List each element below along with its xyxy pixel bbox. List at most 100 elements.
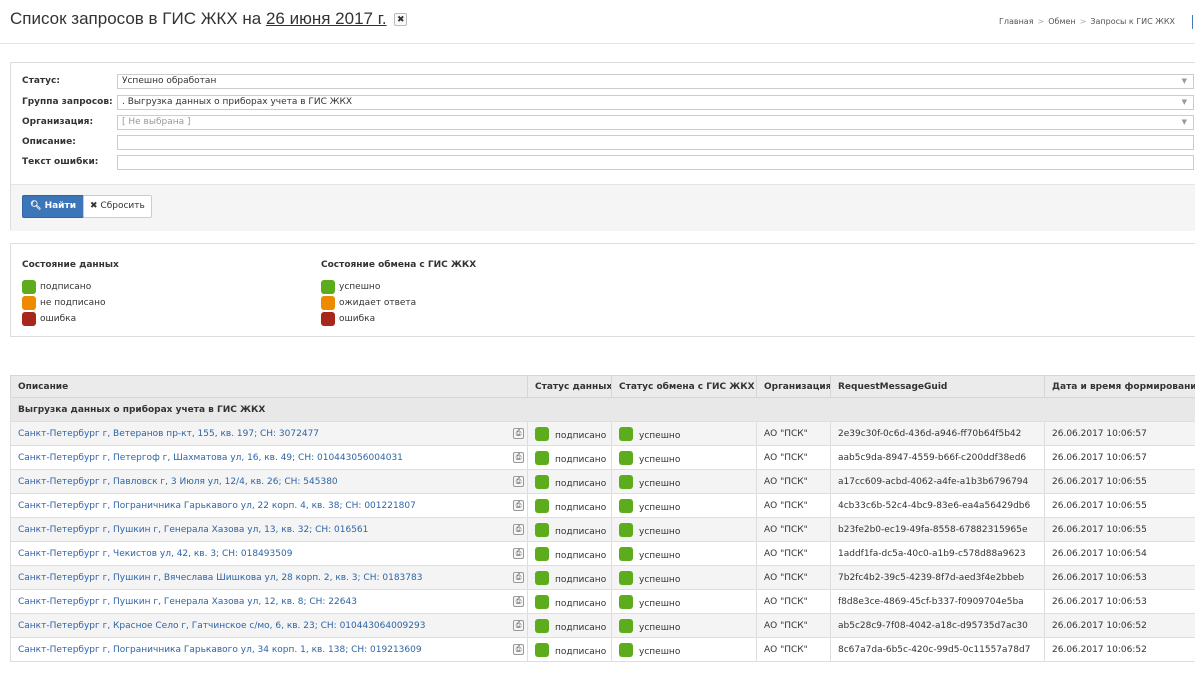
table-row[interactable]: Санкт-Петербург г, Пограничника Гарькаво… [10,493,1195,518]
print-icon[interactable]: ⎙ [513,595,524,607]
description-label: Описание: [22,137,76,147]
description-cell: Санкт-Петербург г, Пограничника Гарькаво… [10,493,528,518]
organization-cell: АО "ПСК" [756,589,831,614]
guid-cell: b23fe2b0-ec19-49fa-8558-67882315965e [830,517,1045,542]
clear-date-icon[interactable]: ✖ [394,13,408,26]
data-status-cell: подписано [527,421,612,446]
breadcrumb-exchange[interactable]: Обмен [1048,17,1075,26]
description-input[interactable] [117,135,1194,150]
date-cell: 26.06.2017 10:06:53 [1044,565,1195,590]
filter-row-organization: Организация: [ Не выбрана ] ▼ [22,115,1194,130]
error-text-input[interactable] [117,155,1194,170]
status-signed-icon [535,618,549,633]
description-cell: Санкт-Петербург г, Петергоф г, Шахматова… [10,445,528,470]
table-row[interactable]: Санкт-Петербург г, Чекистов ул, 42, кв. … [10,541,1195,566]
exchange-status-cell: успешно [611,517,757,542]
table-row[interactable]: Санкт-Петербург г, Пушкин г, Генерала Ха… [10,517,1195,542]
status-success-icon [619,546,633,561]
table-row[interactable]: Санкт-Петербург г, Пушкин г, Генерала Ха… [10,589,1195,614]
date-cell: 26.06.2017 10:06:55 [1044,493,1195,518]
print-icon[interactable]: ⎙ [513,499,524,511]
status-signed-icon [535,450,549,465]
find-button[interactable]: 🔍︎ Найти [22,195,85,218]
filter-row-status: Статус: Успешно обработан ▼ [22,74,1194,89]
legend-item-label: не подписано [40,298,106,308]
request-link[interactable]: Санкт-Петербург г, Пушкин г, Вячеслава Ш… [18,573,422,583]
find-button-label: Найти [44,201,77,211]
description-cell: Санкт-Петербург г, Красное Село г, Гатчи… [10,613,528,638]
group-select[interactable]: . Выгрузка данных о приборах учета в ГИС… [117,95,1194,110]
reset-button[interactable]: ✖ Сбросить [83,195,152,218]
request-link[interactable]: Санкт-Петербург г, Чекистов ул, 42, кв. … [18,549,292,559]
table-row[interactable]: Санкт-Петербург г, Красное Село г, Гатчи… [10,613,1195,638]
data-status-cell: подписано [527,517,612,542]
column-header-data-status[interactable]: Статус данных [527,375,612,398]
request-link[interactable]: Санкт-Петербург г, Красное Село г, Гатчи… [18,621,425,631]
group-value: . Выгрузка данных о приборах учета в ГИС… [122,97,353,107]
column-header-exchange-status[interactable]: Статус обмена с ГИС ЖКХ [611,375,757,398]
legend-item: подписано [22,280,119,296]
data-status-label: подписано [555,550,607,561]
exchange-status-label: успешно [639,502,681,513]
date-picker-link[interactable]: 26 июня 2017 г. [266,9,387,28]
table-row[interactable]: Санкт-Петербург г, Павловск г, 3 Июля ул… [10,469,1195,494]
table-row[interactable]: Санкт-Петербург г, Пушкин г, Вячеслава Ш… [10,565,1195,590]
data-status-label: подписано [555,574,607,585]
breadcrumb-home[interactable]: Главная [999,17,1034,26]
status-select[interactable]: Успешно обработан ▼ [117,74,1194,89]
print-icon[interactable]: ⎙ [513,619,524,631]
status-signed-icon [535,426,549,441]
request-link[interactable]: Санкт-Петербург г, Павловск г, 3 Июля ул… [18,477,338,487]
column-header-description[interactable]: Описание [10,375,528,398]
request-link[interactable]: Санкт-Петербург г, Ветеранов пр-кт, 155,… [18,429,319,439]
status-success-icon [619,570,633,585]
green-swatch-icon [321,280,335,294]
organization-select[interactable]: [ Не выбрана ] ▼ [117,115,1194,130]
date-cell: 26.06.2017 10:06:54 [1044,541,1195,566]
red-swatch-icon [321,312,335,326]
column-header-date[interactable]: Дата и время формирования [1044,375,1195,398]
print-icon[interactable]: ⎙ [513,523,524,535]
exchange-status-cell: успешно [611,493,757,518]
print-icon[interactable]: ⎙ [513,643,524,655]
request-link[interactable]: Санкт-Петербург г, Пушкин г, Генерала Ха… [18,597,357,607]
request-link[interactable]: Санкт-Петербург г, Пограничника Гарькаво… [18,501,416,511]
guid-cell: 8c67a7da-6b5c-420c-99d5-0c11557a78d7 [830,637,1045,662]
exchange-status-label: успешно [639,526,681,537]
exchange-status-label: успешно [639,430,681,441]
table-row[interactable]: Санкт-Петербург г, Петергоф г, Шахматова… [10,445,1195,470]
chevron-down-icon: ▼ [1181,77,1187,85]
status-success-icon [619,618,633,633]
description-cell: Санкт-Петербург г, Пушкин г, Вячеслава Ш… [10,565,528,590]
print-icon[interactable]: ⎙ [513,475,524,487]
request-link[interactable]: Санкт-Петербург г, Петергоф г, Шахматова… [18,453,403,463]
request-link[interactable]: Санкт-Петербург г, Пограничника Гарькаво… [18,645,422,655]
organization-cell: АО "ПСК" [756,541,831,566]
legend-data-state: Состояние данных подписано не подписано … [22,260,119,328]
exchange-status-label: успешно [639,622,681,633]
request-link[interactable]: Санкт-Петербург г, Пушкин г, Генерала Ха… [18,525,368,535]
chevron-down-icon: ▼ [1181,98,1187,106]
organization-cell: АО "ПСК" [756,517,831,542]
print-icon[interactable]: ⎙ [513,451,524,463]
status-success-icon [619,498,633,513]
status-label: Статус: [22,76,60,86]
exchange-status-cell: успешно [611,445,757,470]
page-title: Список запросов в ГИС ЖКХ на 26 июня 201… [10,9,408,29]
table-row[interactable]: Санкт-Петербург г, Ветеранов пр-кт, 155,… [10,421,1195,446]
date-cell: 26.06.2017 10:06:52 [1044,637,1195,662]
table-row[interactable]: Санкт-Петербург г, Пограничника Гарькаво… [10,637,1195,662]
description-cell: Санкт-Петербург г, Павловск г, 3 Июля ул… [10,469,528,494]
legend-item: успешно [321,280,476,296]
column-header-organization[interactable]: Организация [756,375,831,398]
print-icon[interactable]: ⎙ [513,547,524,559]
print-icon[interactable]: ⎙ [513,427,524,439]
data-status-label: подписано [555,598,607,609]
description-cell: Санкт-Петербург г, Ветеранов пр-кт, 155,… [10,421,528,446]
date-cell: 26.06.2017 10:06:55 [1044,517,1195,542]
organization-label: Организация: [22,117,94,127]
print-icon[interactable]: ⎙ [513,571,524,583]
data-status-cell: подписано [527,589,612,614]
column-header-guid[interactable]: RequestMessageGuid [830,375,1045,398]
exchange-status-label: успешно [639,478,681,489]
